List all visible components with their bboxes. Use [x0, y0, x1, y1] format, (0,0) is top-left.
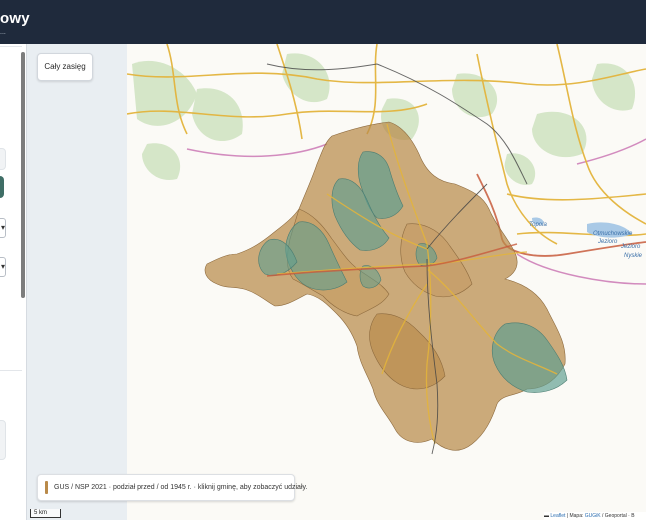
legend-swatch — [45, 481, 48, 494]
place-label: Jezioro — [597, 239, 618, 245]
app-subtitle: ... — [0, 29, 6, 36]
legend-text: GUS / NSP 2021 · podział przed / od 1945… — [54, 484, 308, 491]
gugik-link[interactable]: GUGiK — [585, 513, 601, 519]
map-legend: GUS / NSP 2021 · podział przed / od 1945… — [37, 474, 307, 501]
app-title: owy — [0, 10, 30, 27]
place-label: Otmuchowskie — [593, 231, 633, 237]
sidebar-select[interactable]: ▾ — [0, 257, 6, 277]
leaflet-flag-icon: ▬ — [544, 513, 549, 519]
leaflet-link[interactable]: Leaflet — [550, 513, 565, 519]
map-view[interactable]: Topola Otmuchowskie Jezioro Jezioro Nysk… — [127, 44, 646, 520]
sidebar-active-option-button[interactable] — [0, 176, 4, 198]
full-extent-button[interactable]: Cały zasięg — [37, 53, 93, 81]
place-label: Nyskie — [624, 253, 643, 259]
scale-bar: 5 km — [30, 509, 61, 518]
sidebar-select[interactable]: ▾ — [0, 218, 6, 238]
map-canvas[interactable]: Topola Otmuchowskie Jezioro Jezioro Nysk… — [127, 44, 646, 520]
sidebar-option-button[interactable] — [0, 148, 6, 170]
app-header: owy ... — [0, 0, 646, 44]
sidebar-divider — [0, 370, 22, 371]
attribution-separator: | Mapa: — [565, 513, 585, 519]
place-label: Topola — [529, 222, 547, 228]
sidebar-scrollbar[interactable] — [21, 52, 25, 298]
attribution-source: / Geoportal · B — [600, 513, 635, 519]
sidebar-info-card — [0, 420, 6, 460]
map-gutter — [27, 44, 127, 520]
place-label: Jezioro — [620, 244, 641, 250]
place-labels: Topola Otmuchowskie Jezioro Jezioro Nysk… — [529, 222, 643, 259]
sidebar-divider — [0, 46, 22, 47]
map-attribution: ▬ Leaflet | Mapa: GUGiK / Geoportal · B — [544, 512, 646, 520]
sidebar-panel: ▾ ▾ — [0, 44, 27, 520]
